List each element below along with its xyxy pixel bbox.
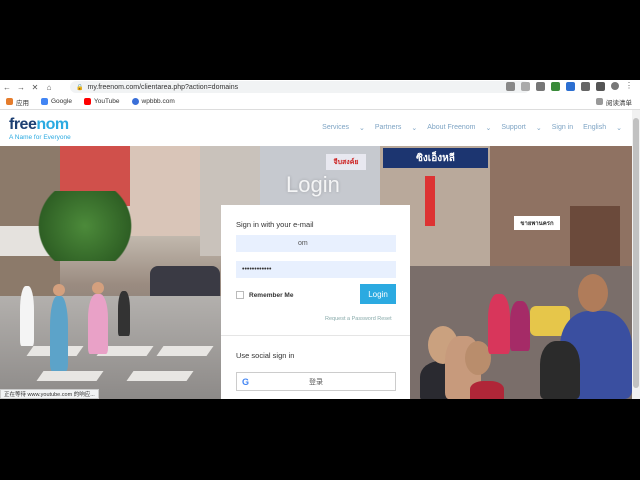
status-bar: 正在等待 www.youtube.com 的响应... bbox=[0, 389, 99, 399]
email-field[interactable]: om bbox=[236, 235, 396, 252]
camera-icon[interactable] bbox=[536, 82, 545, 91]
bookmark-label: YouTube bbox=[93, 98, 120, 105]
pedestrian bbox=[540, 341, 580, 399]
pedestrian bbox=[50, 296, 68, 371]
chevron-down-icon: ⌄ bbox=[535, 125, 542, 132]
thai-sign: จีบสงค์ย bbox=[326, 154, 366, 170]
main-nav: Services ⌄ Partners ⌄ About Freenom ⌄ Suppo… bbox=[322, 124, 622, 132]
email-value: om bbox=[298, 240, 308, 247]
thai-sign: ซิงเอ็งหลี bbox=[383, 148, 488, 168]
tree bbox=[30, 191, 140, 261]
puzzle-icon[interactable] bbox=[581, 82, 590, 91]
reading-list-icon bbox=[596, 98, 603, 105]
home-icon[interactable]: ⌂ bbox=[42, 80, 56, 94]
url-text: my.freenom.com/clientarea.php?action=dom… bbox=[87, 83, 239, 91]
crosswalk-stripe bbox=[126, 371, 194, 381]
bookmark-google[interactable]: Google bbox=[41, 98, 72, 105]
pedestrian bbox=[20, 286, 34, 346]
page: freenom A Name for Everyone Services ⌄ Pa… bbox=[0, 110, 632, 399]
close-icon[interactable]: ✕ bbox=[28, 80, 42, 94]
lock-icon: 🔒 bbox=[76, 84, 84, 91]
chevron-down-icon: ⌄ bbox=[616, 125, 622, 132]
screen: ← → ✕ ⌂ 🔒 my.freenom.com/clientarea.php?… bbox=[0, 0, 640, 480]
remember-checkbox[interactable] bbox=[236, 291, 244, 299]
key-icon[interactable] bbox=[506, 82, 515, 91]
bookmark-label: wpbbb.com bbox=[141, 98, 175, 105]
crosswalk-stripe bbox=[36, 371, 104, 381]
reading-list[interactable]: 阅读清单 bbox=[596, 97, 632, 107]
star-icon[interactable] bbox=[521, 82, 530, 91]
google-icon bbox=[41, 98, 48, 105]
signin-title: Sign in with your e-mail bbox=[236, 220, 314, 229]
nav-services[interactable]: Services bbox=[322, 124, 349, 132]
media-icon[interactable] bbox=[596, 82, 605, 91]
password-value: •••••••••••• bbox=[242, 266, 272, 273]
address-bar[interactable]: 🔒 my.freenom.com/clientarea.php?action=d… bbox=[70, 81, 530, 93]
scroll-thumb[interactable] bbox=[633, 118, 639, 388]
site-header: freenom A Name for Everyone Services ⌄ Pa… bbox=[0, 110, 632, 146]
remember-me[interactable]: Remember Me bbox=[236, 291, 293, 299]
pedestrian-head bbox=[53, 284, 65, 296]
tagline: A Name for Everyone bbox=[9, 134, 71, 141]
nav-partners[interactable]: Partners bbox=[375, 124, 401, 132]
remember-label: Remember Me bbox=[249, 291, 294, 299]
page-scrollbar[interactable] bbox=[632, 110, 640, 399]
bookmark-youtube[interactable]: YouTube bbox=[83, 98, 120, 105]
chevron-down-icon: ⌄ bbox=[359, 125, 365, 132]
apps-icon bbox=[6, 98, 13, 105]
pedestrian bbox=[470, 381, 504, 399]
freenom-logo[interactable]: freenom bbox=[9, 116, 69, 134]
back-icon[interactable]: ← bbox=[0, 80, 14, 94]
divider bbox=[221, 335, 410, 336]
youtube-icon bbox=[83, 98, 91, 105]
logo-part: free bbox=[9, 116, 37, 133]
extension-blue-icon[interactable] bbox=[566, 82, 575, 91]
extension-green-icon[interactable] bbox=[551, 82, 560, 91]
google-button-label: 登录 bbox=[309, 378, 323, 386]
nav-support[interactable]: Support bbox=[501, 124, 526, 132]
nav-sign-in[interactable]: Sign in bbox=[552, 124, 573, 132]
google-icon: G bbox=[242, 377, 250, 387]
hero-heading: Login bbox=[286, 172, 340, 197]
nav-about[interactable]: About Freenom bbox=[427, 124, 475, 132]
globe-icon bbox=[131, 98, 139, 105]
bookmark-label: Google bbox=[51, 98, 72, 105]
reset-password-link[interactable]: Request a Password Reset bbox=[325, 316, 392, 322]
password-field[interactable]: •••••••••••• bbox=[236, 261, 396, 278]
pedestrian bbox=[88, 294, 108, 354]
login-card: Sign in with your e-mail om ••••••••••••… bbox=[221, 205, 410, 399]
pedestrian bbox=[488, 294, 510, 354]
bookmark-label: 应用 bbox=[16, 99, 29, 107]
profile-icon[interactable] bbox=[611, 82, 619, 90]
thai-sign: ขายพานครก bbox=[514, 216, 560, 230]
reading-list-label: 阅读清单 bbox=[606, 99, 632, 107]
menu-icon[interactable]: ⋮ bbox=[625, 82, 634, 91]
chevron-down-icon: ⌄ bbox=[485, 125, 492, 132]
nav-language[interactable]: English bbox=[583, 124, 606, 132]
building bbox=[130, 146, 200, 236]
social-title: Use social sign in bbox=[236, 351, 295, 360]
chevron-down-icon: ⌄ bbox=[411, 125, 418, 132]
pedestrian bbox=[118, 291, 130, 336]
bookmark-wpbbb[interactable]: wpbbb.com bbox=[131, 98, 175, 105]
bookmark-apps[interactable]: 应用 bbox=[6, 97, 29, 107]
pedestrian-head bbox=[578, 274, 608, 312]
browser-toolbar: ← → ✕ ⌂ 🔒 my.freenom.com/clientarea.php?… bbox=[0, 80, 640, 94]
pedestrian bbox=[510, 301, 530, 351]
crosswalk-stripe bbox=[156, 346, 214, 356]
login-button[interactable]: Login bbox=[360, 284, 396, 304]
bookmarks-bar: 应用 Google YouTube wpbbb.com 阅读清单 bbox=[0, 94, 640, 110]
google-signin-button[interactable]: G 登录 bbox=[236, 372, 396, 391]
vertical-sign bbox=[425, 176, 435, 226]
forward-icon[interactable]: → bbox=[14, 80, 28, 94]
extension-icons: ⋮ bbox=[506, 82, 634, 91]
logo-part: nom bbox=[36, 116, 69, 133]
pedestrian-head bbox=[92, 282, 104, 294]
